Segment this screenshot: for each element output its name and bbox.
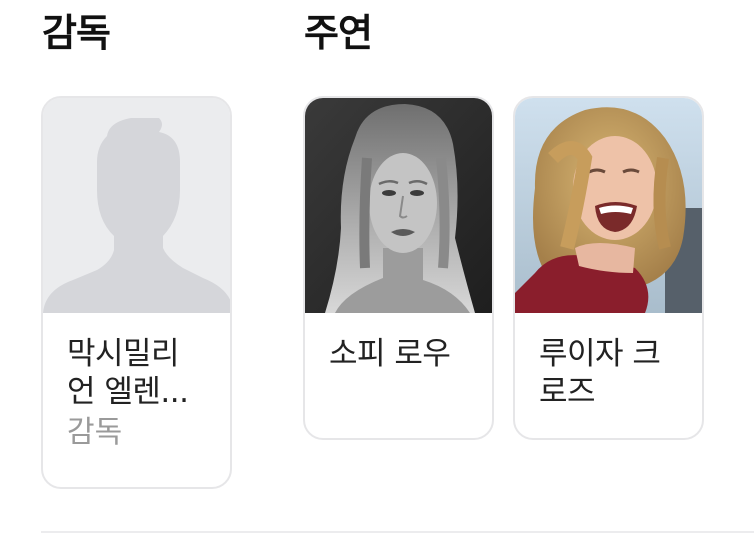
cast-name-2[interactable]: 루이자 크 로즈 (539, 335, 680, 411)
actor-photo-2 (515, 98, 702, 313)
cast-card-1[interactable]: 소피 로우 (303, 96, 494, 440)
actor-photo-1 (305, 98, 492, 313)
section-title-director: 감독 (42, 11, 111, 55)
director-role: 감독 (67, 415, 123, 450)
cast-name-1[interactable]: 소피 로우 (329, 335, 470, 373)
director-name[interactable]: 막시밀리 언 엘렌... (67, 335, 208, 411)
cast-card-2[interactable]: 루이자 크 로즈 (513, 96, 704, 440)
director-card[interactable]: 막시밀리 언 엘렌... 감독 (41, 96, 232, 489)
section-title-cast: 주연 (304, 11, 373, 55)
person-placeholder-icon (43, 98, 230, 313)
divider (41, 531, 754, 533)
